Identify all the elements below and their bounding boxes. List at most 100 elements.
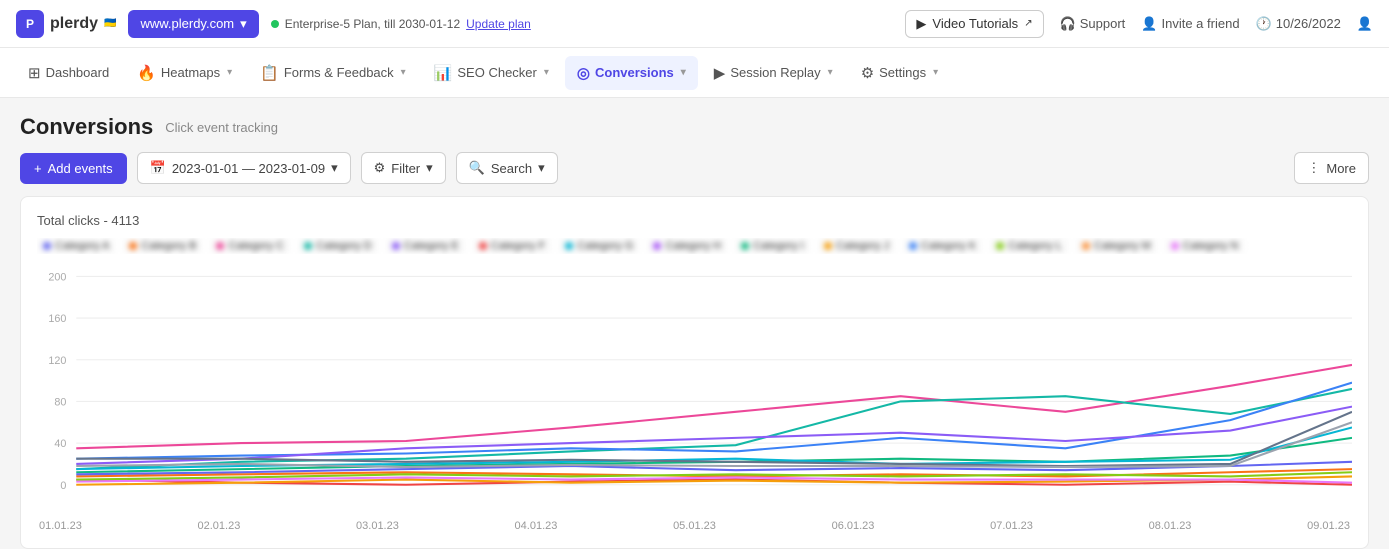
legend-label: Category M — [1094, 240, 1151, 252]
nav-item-settings[interactable]: ⚙ Settings ▾ — [849, 56, 950, 90]
toolbar: + Add events 📅 2023-01-01 — 2023-01-09 ▾… — [0, 152, 1389, 196]
nav-label-conversions: Conversions — [595, 65, 674, 80]
chart-container: Total clicks - 4113 Category A Category B… — [20, 196, 1369, 549]
legend-dot — [43, 242, 51, 250]
date-range-label: 2023-01-01 — 2023-01-09 — [172, 161, 325, 176]
legend-dot — [129, 242, 137, 250]
legend-label: Category B — [141, 240, 196, 252]
chevron-down-icon: ▾ — [240, 16, 247, 32]
video-tutorials-button[interactable]: ▶ Video Tutorials ↗ — [905, 10, 1043, 38]
nav-item-dashboard[interactable]: ⊞ Dashboard — [16, 56, 121, 90]
nav-item-session-replay[interactable]: ▶ Session Replay ▾ — [702, 56, 845, 90]
legend-label: Category L — [1008, 240, 1062, 252]
add-events-label: Add events — [48, 161, 113, 176]
topbar-right: ▶ Video Tutorials ↗ 🎧 Support 👤 Invite a… — [905, 10, 1373, 38]
legend-item: Category H — [647, 238, 727, 254]
chevron-down-icon: ▾ — [538, 160, 545, 176]
x-axis-label: 07.01.23 — [990, 520, 1033, 532]
legend-label: Category C — [228, 240, 284, 252]
legend-dot — [824, 242, 832, 250]
legend-label: Category J — [836, 240, 889, 252]
calendar-icon: 📅 — [150, 160, 166, 176]
invite-friend-link[interactable]: 👤 Invite a friend — [1141, 16, 1239, 32]
nav-label-session-replay: Session Replay — [730, 65, 820, 80]
logo: P plerdy 🇺🇦 — [16, 10, 116, 38]
invite-icon: 👤 — [1141, 16, 1157, 32]
chart-header: Total clicks - 4113 — [37, 213, 1352, 228]
svg-text:40: 40 — [54, 438, 66, 450]
legend-item: Category E — [386, 238, 465, 254]
x-axis-label: 02.01.23 — [198, 520, 241, 532]
nav-icon-dashboard: ⊞ — [28, 64, 41, 82]
more-button[interactable]: ⋮ More — [1294, 152, 1369, 184]
legend-dot — [392, 242, 400, 250]
video-icon: ▶ — [916, 16, 926, 32]
nav-item-heatmaps[interactable]: 🔥 Heatmaps ▾ — [125, 56, 244, 90]
legend-label: Category A — [55, 240, 109, 252]
add-events-button[interactable]: + Add events — [20, 153, 127, 184]
line-chart: 200 160 120 80 40 0 — [37, 266, 1352, 516]
legend-label: Category I — [753, 240, 804, 252]
chart-svg-wrapper: 200 160 120 80 40 0 — [37, 266, 1352, 516]
search-button[interactable]: 🔍 Search ▾ — [456, 152, 558, 184]
clock-icon: 🕐 — [1256, 16, 1272, 32]
svg-text:80: 80 — [54, 396, 66, 408]
legend-item: Category A — [37, 238, 115, 254]
page-subtitle: Click event tracking — [165, 120, 278, 135]
logo-flag: 🇺🇦 — [104, 18, 116, 29]
nav-icon-forms: 📋 — [260, 64, 279, 82]
nav-icon-heatmaps: 🔥 — [137, 64, 156, 82]
support-label: Support — [1080, 16, 1126, 31]
legend-item: Category L — [990, 238, 1068, 254]
nav-label-heatmaps: Heatmaps — [161, 65, 220, 80]
navbar: ⊞ Dashboard 🔥 Heatmaps ▾ 📋 Forms & Feedb… — [0, 48, 1389, 98]
chevron-down-icon: ▾ — [331, 160, 338, 176]
x-axis-label: 05.01.23 — [673, 520, 716, 532]
total-clicks-label: Total clicks - 4113 — [37, 213, 139, 228]
legend-dot — [741, 242, 749, 250]
logo-text: plerdy — [50, 15, 98, 33]
filter-button[interactable]: ⚙ Filter ▾ — [361, 152, 446, 184]
update-plan-link[interactable]: Update plan — [466, 17, 531, 31]
legend-label: Category K — [921, 240, 976, 252]
nav-label-forms: Forms & Feedback — [284, 65, 394, 80]
chevron-down-icon: ▾ — [544, 67, 549, 78]
logo-icon: P — [16, 10, 44, 38]
chart-legend: Category ACategory BCategory CCategory D… — [37, 238, 1352, 254]
svg-text:0: 0 — [60, 480, 66, 492]
more-dots-icon: ⋮ — [1307, 160, 1320, 176]
legend-dot — [216, 242, 224, 250]
legend-dot — [996, 242, 1004, 250]
support-link[interactable]: 🎧 Support — [1060, 16, 1126, 32]
legend-item: Category N — [1165, 238, 1245, 254]
site-button[interactable]: www.plerdy.com ▾ — [128, 10, 258, 38]
legend-dot — [909, 242, 917, 250]
search-icon: 🔍 — [469, 160, 485, 176]
legend-label: Category N — [1183, 240, 1239, 252]
more-label: More — [1326, 161, 1356, 176]
plan-text: Enterprise-5 Plan, till 2030-01-12 — [285, 17, 460, 31]
legend-item: Category M — [1076, 238, 1157, 254]
filter-label: Filter — [391, 161, 420, 176]
user-avatar[interactable]: 👤 — [1357, 16, 1373, 32]
nav-item-conversions[interactable]: ◎ Conversions ▾ — [565, 56, 698, 90]
nav-item-seo[interactable]: 📊 SEO Checker ▾ — [422, 56, 561, 90]
nav-item-forms[interactable]: 📋 Forms & Feedback ▾ — [248, 56, 418, 90]
chevron-down-icon: ▾ — [401, 67, 406, 78]
legend-label: Category F — [491, 240, 545, 252]
legend-item: Category K — [903, 238, 982, 254]
x-axis-label: 03.01.23 — [356, 520, 399, 532]
topbar: P plerdy 🇺🇦 www.plerdy.com ▾ Enterprise-… — [0, 0, 1389, 48]
date-range-picker[interactable]: 📅 2023-01-01 — 2023-01-09 ▾ — [137, 152, 351, 184]
chevron-down-icon: ▾ — [681, 67, 686, 78]
chevron-down-icon: ▾ — [426, 160, 433, 176]
date-display: 🕐 10/26/2022 — [1256, 16, 1341, 32]
site-button-label: www.plerdy.com — [140, 16, 234, 31]
x-axis-label: 08.01.23 — [1149, 520, 1192, 532]
nav-label-seo: SEO Checker — [457, 65, 536, 80]
legend-item: Category I — [735, 238, 810, 254]
legend-label: Category G — [577, 240, 633, 252]
search-label: Search — [491, 161, 532, 176]
plan-status-dot — [271, 20, 279, 28]
x-axis-label: 09.01.23 — [1307, 520, 1350, 532]
